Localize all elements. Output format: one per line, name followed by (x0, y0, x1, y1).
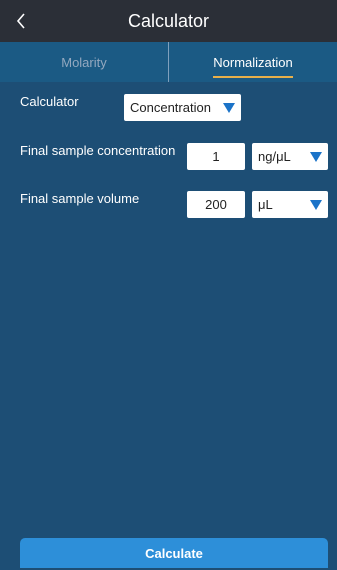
title-bar: Calculator (0, 0, 337, 42)
concentration-unit-value: ng/μL (258, 149, 291, 164)
tab-normalization-label: Normalization (213, 54, 293, 70)
back-button[interactable] (10, 9, 32, 33)
dropdown-caret-icon (310, 199, 322, 210)
app-root: Calculator Molarity Normalization Calcul… (0, 0, 337, 570)
volume-label: Final sample volume (20, 191, 140, 206)
active-tab-indicator (213, 76, 293, 78)
calculator-row: Calculator Concentration (20, 94, 328, 121)
concentration-label: Final sample concentration (20, 143, 176, 158)
concentration-input[interactable]: 1 (187, 143, 245, 170)
chevron-left-icon (16, 13, 25, 29)
calculator-type-select[interactable]: Concentration (124, 94, 241, 121)
tab-molarity-label: Molarity (61, 54, 107, 70)
dropdown-caret-icon (310, 151, 322, 162)
tab-normalization[interactable]: Normalization (169, 42, 337, 82)
calculator-type-value: Concentration (130, 100, 211, 115)
volume-unit-select[interactable]: μL (252, 191, 328, 218)
page-title: Calculator (127, 10, 210, 31)
volume-row: Final sample volume 200 μL (20, 191, 328, 218)
calculate-button[interactable]: Calculate (20, 538, 328, 568)
volume-input[interactable]: 200 (187, 191, 245, 218)
concentration-unit-select[interactable]: ng/μL (252, 143, 328, 170)
tab-bar: Molarity Normalization (0, 42, 337, 82)
tab-molarity[interactable]: Molarity (0, 42, 168, 82)
concentration-row: Final sample concentration 1 ng/μL (20, 143, 328, 170)
volume-unit-value: μL (258, 197, 273, 212)
calculator-label: Calculator (20, 94, 79, 109)
dropdown-caret-icon (223, 102, 235, 113)
